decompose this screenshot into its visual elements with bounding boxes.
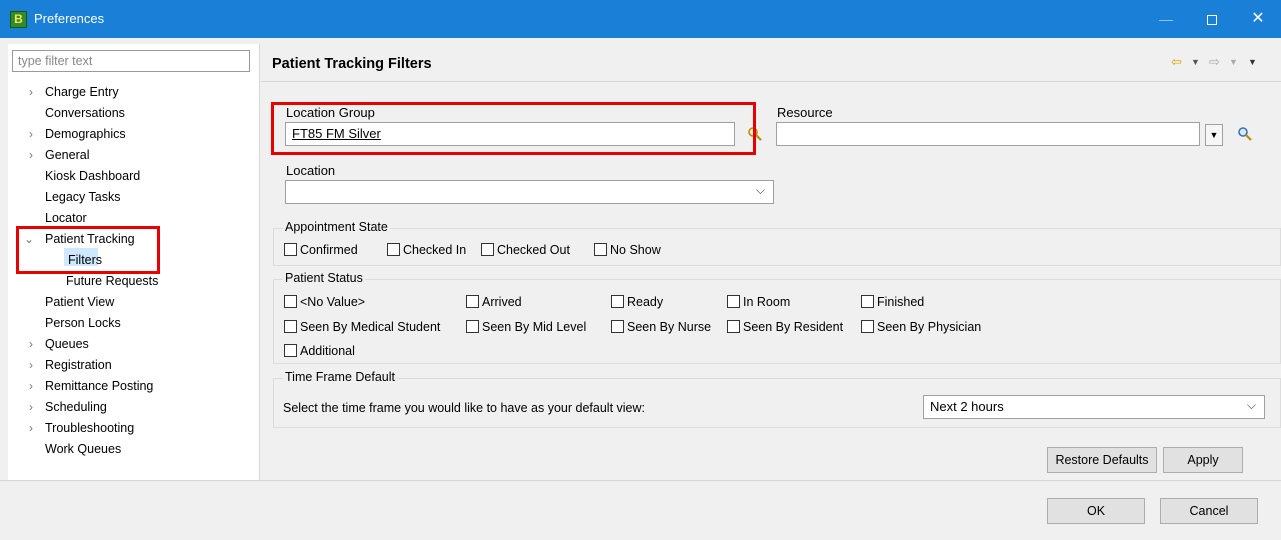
appointment-state-title: Appointment State xyxy=(283,220,390,234)
forward-dropdown-icon[interactable]: ▼ xyxy=(1229,57,1238,67)
page-navigation: ⇦ ▼ ⇨ ▼ ▼ xyxy=(1171,54,1281,72)
highlight-box-tree xyxy=(16,226,160,274)
checked-out-checkbox[interactable]: Checked Out xyxy=(481,243,570,259)
chevron-right-icon[interactable]: › xyxy=(26,355,36,375)
seen-by-mid-level-checkbox[interactable]: Seen By Mid Level xyxy=(466,320,586,336)
time-frame-title: Time Frame Default xyxy=(283,370,397,384)
minimize-button[interactable]: — xyxy=(1143,0,1189,38)
finished-checkbox[interactable]: Finished xyxy=(861,295,924,311)
patient-status-title: Patient Status xyxy=(283,271,365,285)
chevron-right-icon[interactable]: › xyxy=(26,334,36,354)
resource-label: Resource xyxy=(777,105,833,120)
location-label: Location xyxy=(286,163,336,178)
ok-button[interactable]: OK xyxy=(1047,498,1145,524)
time-frame-select[interactable]: Next 2 hours ⌵ xyxy=(923,395,1265,419)
chevron-down-icon: ▼ xyxy=(1209,130,1219,140)
back-dropdown-icon[interactable]: ▼ xyxy=(1191,57,1200,67)
filter-input[interactable] xyxy=(12,50,250,72)
apply-button[interactable]: Apply xyxy=(1163,447,1243,473)
close-button[interactable]: ✕ xyxy=(1235,0,1281,38)
maximize-button[interactable] xyxy=(1189,0,1235,38)
chevron-right-icon[interactable]: › xyxy=(26,145,36,165)
location-select[interactable]: ⌵ xyxy=(285,180,774,204)
maximize-icon xyxy=(1207,15,1217,26)
view-menu-icon[interactable]: ▼ xyxy=(1248,57,1257,67)
seen-by-nurse-checkbox[interactable]: Seen By Nurse xyxy=(611,320,711,336)
seen-by-physician-checkbox[interactable]: Seen By Physician xyxy=(861,320,981,336)
additional-checkbox[interactable]: Additional xyxy=(284,344,355,360)
time-frame-value: Next 2 hours xyxy=(930,399,1004,414)
in-room-checkbox[interactable]: In Room xyxy=(727,295,790,311)
seen-by-resident-checkbox[interactable]: Seen By Resident xyxy=(727,320,843,336)
forward-arrow-icon[interactable]: ⇨ xyxy=(1209,54,1220,70)
chevron-right-icon[interactable]: › xyxy=(26,124,36,144)
chevron-down-icon: ⌵ xyxy=(755,183,765,197)
app-icon: B xyxy=(10,11,27,28)
time-frame-prompt: Select the time frame you would like to … xyxy=(283,401,645,415)
chevron-right-icon[interactable]: › xyxy=(26,418,36,438)
no-value-checkbox[interactable]: <No Value> xyxy=(284,295,365,311)
no-show-checkbox[interactable]: No Show xyxy=(594,243,661,259)
window-title: Preferences xyxy=(34,11,105,26)
page-title: Patient Tracking Filters xyxy=(272,56,432,72)
back-arrow-icon[interactable]: ⇦ xyxy=(1171,54,1182,70)
chevron-right-icon[interactable]: › xyxy=(26,376,36,396)
checked-in-checkbox[interactable]: Checked In xyxy=(387,243,466,259)
resource-dropdown-button[interactable]: ▼ xyxy=(1205,124,1223,146)
highlight-box-location-group xyxy=(271,102,756,155)
chevron-right-icon[interactable]: › xyxy=(26,82,36,102)
dialog-footer: OK Cancel xyxy=(0,480,1281,540)
cancel-button[interactable]: Cancel xyxy=(1160,498,1258,524)
chevron-down-icon: ⌵ xyxy=(1246,398,1256,412)
title-bar: B Preferences — ✕ xyxy=(0,0,1281,38)
ready-checkbox[interactable]: Ready xyxy=(611,295,663,311)
resource-field[interactable] xyxy=(776,122,1200,146)
resource-search-icon[interactable] xyxy=(1237,126,1253,142)
confirmed-checkbox[interactable]: Confirmed xyxy=(284,243,358,259)
chevron-right-icon[interactable]: › xyxy=(26,397,36,417)
restore-defaults-button[interactable]: Restore Defaults xyxy=(1047,447,1157,473)
seen-by-medical-student-checkbox[interactable]: Seen By Medical Student xyxy=(284,320,440,336)
page-header: Patient Tracking Filters ⇦ ▼ ⇨ ▼ ▼ xyxy=(261,44,1281,82)
arrived-checkbox[interactable]: Arrived xyxy=(466,295,522,311)
